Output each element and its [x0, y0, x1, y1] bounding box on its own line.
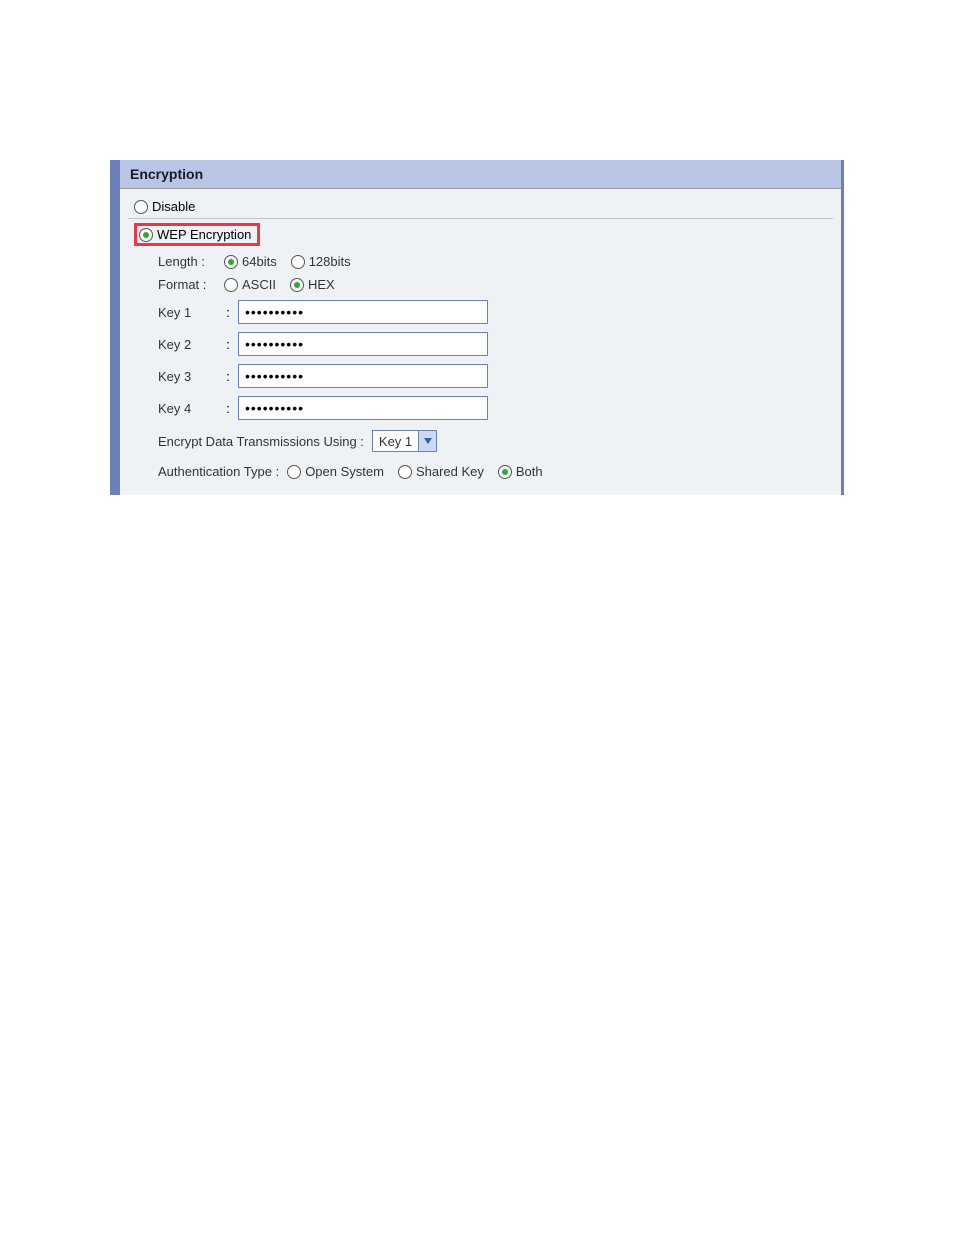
- length-group: 64bits 128bits: [224, 254, 351, 269]
- length-64-item[interactable]: 64bits: [224, 254, 277, 269]
- format-ascii-label: ASCII: [242, 277, 276, 292]
- colon: :: [224, 401, 232, 416]
- encrypt-using-select[interactable]: Key 1: [372, 430, 437, 452]
- colon: :: [224, 337, 232, 352]
- format-hex-item[interactable]: HEX: [290, 277, 335, 292]
- format-group: ASCII HEX: [224, 277, 335, 292]
- length-128-label: 128bits: [309, 254, 351, 269]
- key3-row: Key 3 :: [158, 360, 833, 392]
- disable-label: Disable: [152, 199, 195, 214]
- panel-body: Disable WEP Encryption Length : 64bits: [120, 189, 841, 495]
- radio-ascii[interactable]: [224, 278, 238, 292]
- key1-label: Key 1: [158, 305, 218, 320]
- auth-open-label: Open System: [305, 464, 384, 479]
- length-128-item[interactable]: 128bits: [291, 254, 351, 269]
- auth-group: Open System Shared Key Both: [287, 464, 542, 479]
- length-row: Length : 64bits 128bits: [158, 250, 833, 273]
- format-label: Format :: [158, 277, 218, 292]
- auth-open-item[interactable]: Open System: [287, 464, 384, 479]
- key2-label: Key 2: [158, 337, 218, 352]
- wep-highlight-box: WEP Encryption: [134, 223, 260, 246]
- radio-64bits[interactable]: [224, 255, 238, 269]
- length-64-label: 64bits: [242, 254, 277, 269]
- panel-title: Encryption: [120, 160, 841, 189]
- key2-input[interactable]: [238, 332, 488, 356]
- encryption-panel: Encryption Disable WEP Encryption Length…: [110, 160, 844, 495]
- auth-both-label: Both: [516, 464, 543, 479]
- encrypt-using-row: Encrypt Data Transmissions Using : Key 1: [158, 424, 833, 458]
- radio-shared-key[interactable]: [398, 465, 412, 479]
- format-hex-label: HEX: [308, 277, 335, 292]
- format-row: Format : ASCII HEX: [158, 273, 833, 296]
- radio-hex[interactable]: [290, 278, 304, 292]
- auth-shared-label: Shared Key: [416, 464, 484, 479]
- auth-shared-item[interactable]: Shared Key: [398, 464, 484, 479]
- key3-input[interactable]: [238, 364, 488, 388]
- radio-open-system[interactable]: [287, 465, 301, 479]
- encrypt-using-label: Encrypt Data Transmissions Using :: [158, 434, 364, 449]
- chevron-down-icon: [418, 431, 436, 451]
- key4-row: Key 4 :: [158, 392, 833, 424]
- auth-row: Authentication Type : Open System Shared…: [158, 458, 833, 485]
- key4-label: Key 4: [158, 401, 218, 416]
- auth-label: Authentication Type :: [158, 464, 279, 479]
- key4-input[interactable]: [238, 396, 488, 420]
- wep-label: WEP Encryption: [157, 227, 251, 242]
- radio-wep[interactable]: [139, 228, 153, 242]
- option-wep-row[interactable]: WEP Encryption: [128, 219, 833, 250]
- radio-128bits[interactable]: [291, 255, 305, 269]
- auth-both-item[interactable]: Both: [498, 464, 543, 479]
- key3-label: Key 3: [158, 369, 218, 384]
- colon: :: [224, 369, 232, 384]
- colon: :: [224, 305, 232, 320]
- option-disable-row[interactable]: Disable: [128, 195, 833, 219]
- format-ascii-item[interactable]: ASCII: [224, 277, 276, 292]
- radio-disable[interactable]: [134, 200, 148, 214]
- key1-input[interactable]: [238, 300, 488, 324]
- wep-settings: Length : 64bits 128bits Format :: [128, 250, 833, 485]
- radio-both[interactable]: [498, 465, 512, 479]
- key1-row: Key 1 :: [158, 296, 833, 328]
- key2-row: Key 2 :: [158, 328, 833, 360]
- length-label: Length :: [158, 254, 218, 269]
- encrypt-using-value: Key 1: [373, 431, 418, 451]
